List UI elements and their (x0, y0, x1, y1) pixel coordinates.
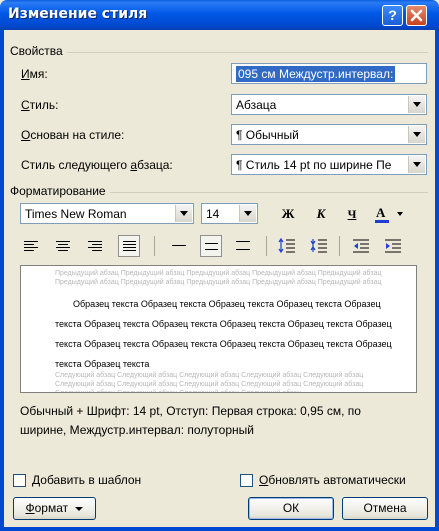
based-on-select[interactable]: ¶ Обычный (231, 124, 427, 145)
style-type-label: Стиль: (21, 98, 59, 112)
font-size-value: 14 (206, 207, 220, 221)
format-button-label: Формат (25, 501, 69, 515)
preview-line: текста Образец текста Образец текста Обр… (55, 319, 392, 329)
formatting-group-title: Форматирование (10, 184, 110, 198)
add-to-template-label[interactable]: Добавить в шаблон (32, 473, 141, 487)
next-style-value: ¶ Стиль 14 pt по ширине Пе (236, 158, 392, 172)
align-center-button[interactable] (52, 235, 74, 257)
preview-line: Образец текста Образец текста Образец те… (73, 299, 381, 309)
auto-update-label[interactable]: Обновлять автоматически (259, 473, 406, 487)
add-to-template-checkbox[interactable] (13, 474, 26, 487)
name-input[interactable]: 095 см Междустр.интервал: (231, 63, 427, 84)
align-justify-button[interactable] (118, 235, 140, 257)
font-color-bar (375, 220, 389, 223)
name-value: 095 см Междустр.интервал: (236, 66, 396, 82)
toolbar-separator (154, 236, 155, 256)
chevron-down-icon[interactable] (408, 96, 425, 113)
chevron-down-icon[interactable] (175, 205, 192, 222)
decrease-indent-button[interactable] (350, 235, 372, 257)
chevron-down-icon[interactable] (239, 205, 256, 222)
font-color-button[interactable]: А (372, 203, 408, 225)
paragraph-toolbar (14, 235, 424, 257)
based-on-label: Основан на стиле: (21, 128, 125, 142)
space-before-decrease-button[interactable] (308, 235, 330, 257)
preview-pane: Предыдущий абзац Предыдущий абзац Предыд… (20, 265, 417, 393)
space-after-icon (310, 239, 327, 253)
style-description-line1: Обычный + Шрифт: 14 pt, Отступ: Первая с… (20, 404, 361, 418)
window-title: Изменение стиля (8, 6, 148, 22)
next-style-label: Стиль следующего абзаца: (21, 158, 173, 172)
space-before-increase-button[interactable] (276, 235, 298, 257)
decrease-indent-icon (353, 239, 369, 253)
font-name-value: Times New Roman (25, 207, 127, 221)
font-color-letter: А (376, 205, 386, 220)
close-icon (410, 9, 423, 22)
auto-update-checkbox[interactable] (240, 474, 253, 487)
cancel-button[interactable]: Отмена (342, 497, 428, 520)
line-spacing-onehalf-button[interactable] (200, 235, 222, 257)
preview-next-paragraph: Следующий абзац Следующий абзац Следующи… (55, 372, 364, 392)
preview-previous-paragraph: Предыдущий абзац Предыдущий абзац Предыд… (55, 270, 382, 286)
next-style-select[interactable]: ¶ Стиль 14 pt по ширине Пе (231, 154, 427, 175)
style-type-select[interactable]: Абзаца (231, 94, 427, 115)
properties-group-title: Свойства (10, 44, 67, 58)
italic-button[interactable]: К (310, 203, 332, 225)
line-spacing-double-button[interactable] (232, 235, 254, 257)
font-size-select[interactable]: 14 (201, 203, 258, 224)
properties-divider (10, 52, 428, 53)
increase-indent-icon (385, 239, 401, 253)
chevron-down-icon (75, 506, 84, 511)
style-type-value: Абзаца (236, 98, 277, 112)
line-spacing-single-button[interactable] (168, 235, 190, 257)
font-name-select[interactable]: Times New Roman (20, 203, 194, 224)
chevron-down-icon[interactable] (408, 156, 425, 173)
based-on-value: ¶ Обычный (236, 128, 299, 142)
style-description-line2: ширине, Междустр.интервал: полуторный (20, 423, 254, 437)
toolbar-separator (266, 236, 267, 256)
underline-button[interactable]: Ч (341, 203, 363, 225)
format-button[interactable]: Формат (13, 497, 96, 520)
align-left-button[interactable] (20, 235, 42, 257)
chevron-down-icon[interactable] (408, 126, 425, 143)
space-before-icon (278, 237, 295, 254)
bold-button[interactable]: Ж (277, 203, 299, 225)
ok-button[interactable]: ОК (248, 497, 334, 520)
align-right-button[interactable] (84, 235, 106, 257)
preview-line: текста Образец текста Образец текста Обр… (55, 339, 392, 349)
help-button[interactable]: ? (382, 5, 403, 26)
name-label: Имя: (21, 67, 48, 81)
close-button[interactable] (406, 5, 427, 26)
toolbar-separator (339, 236, 340, 256)
chevron-down-icon[interactable] (397, 212, 403, 216)
increase-indent-button[interactable] (382, 235, 404, 257)
